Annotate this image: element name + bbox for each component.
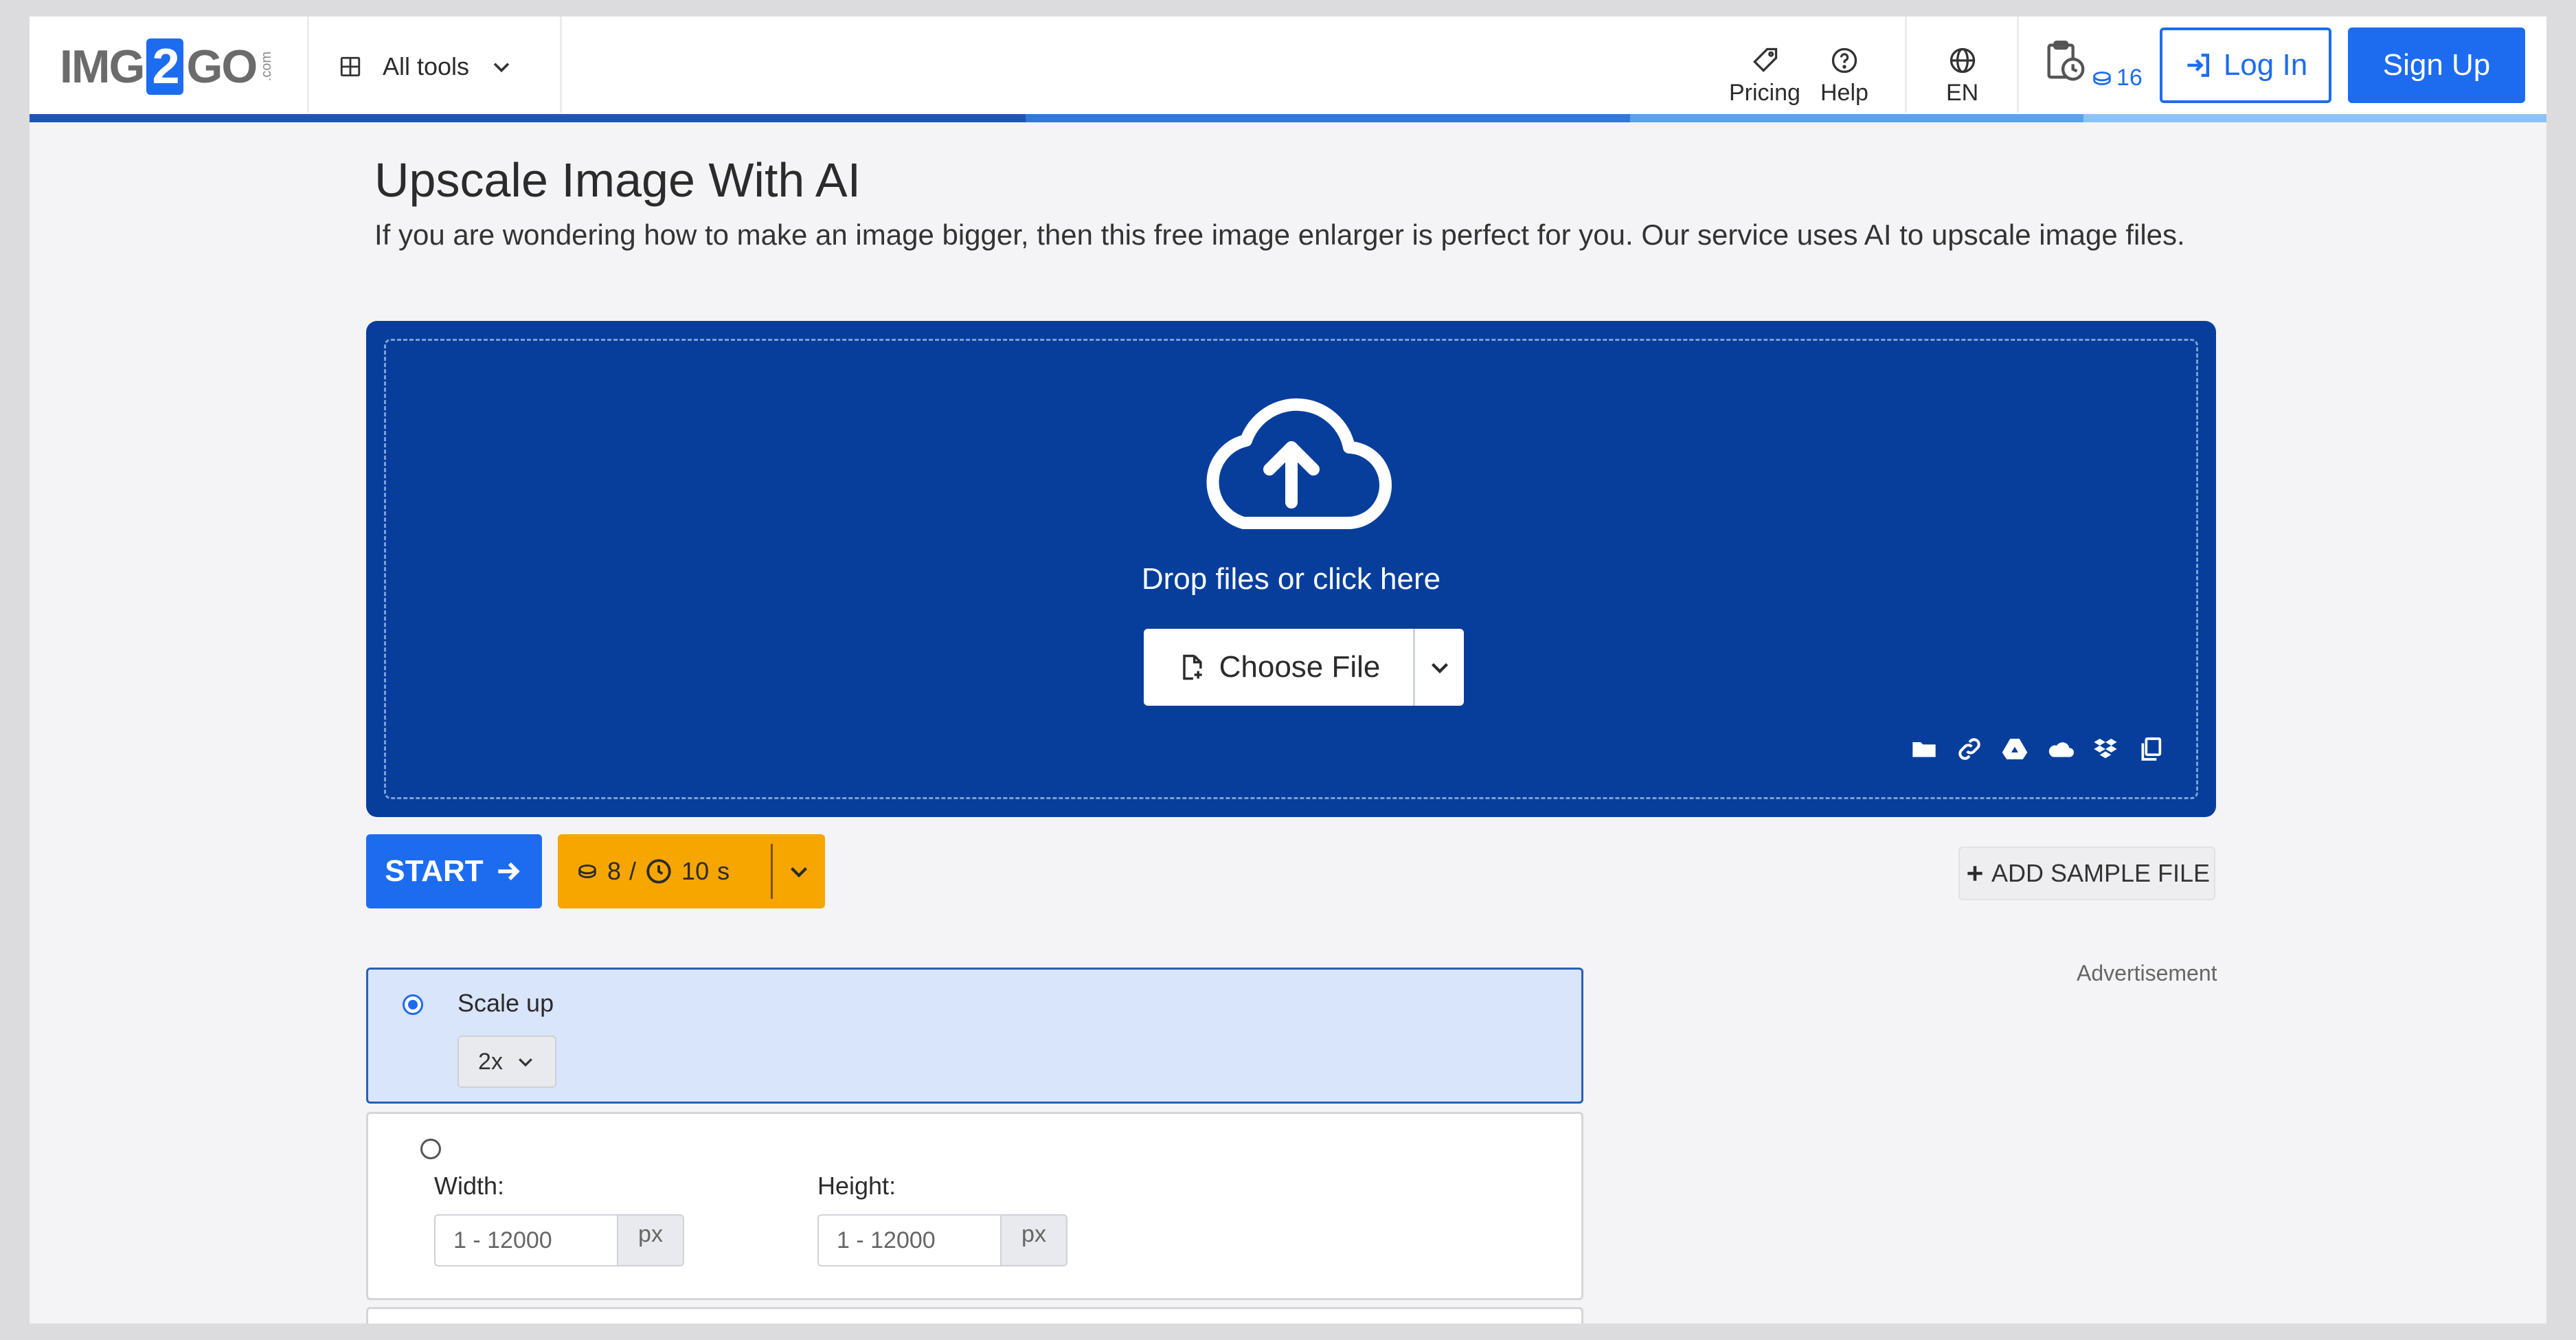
choose-file-button-group: Choose File xyxy=(1144,629,1464,706)
header-color-strip xyxy=(30,114,2546,122)
history-button[interactable] xyxy=(2041,37,2089,85)
logo-text-2: 2 xyxy=(146,38,184,95)
credits-indicator[interactable]: 16 xyxy=(2090,65,2143,91)
cost-separator: / xyxy=(629,857,637,885)
height-label: Height: xyxy=(817,1172,896,1200)
drop-files-text: Drop files or click here xyxy=(1141,562,1441,596)
conversion-cost-info: 8 / 10 s xyxy=(558,857,771,886)
header-divider xyxy=(307,16,309,113)
height-unit: px xyxy=(1000,1214,1067,1266)
credits-count: 16 xyxy=(2116,65,2143,91)
arrow-right-icon xyxy=(493,856,523,886)
add-sample-file-button[interactable]: ADD SAMPLE FILE xyxy=(1958,847,2215,900)
chevron-down-icon xyxy=(490,55,513,78)
plus-icon xyxy=(1964,862,1986,884)
height-input[interactable] xyxy=(817,1214,1000,1266)
clipboard-icon[interactable] xyxy=(2137,735,2165,763)
cost-dropdown[interactable] xyxy=(773,859,825,884)
signup-label: Sign Up xyxy=(2382,48,2491,82)
custom-size-radio[interactable] xyxy=(420,1139,441,1159)
height-field: px xyxy=(817,1214,1067,1266)
header-divider xyxy=(2017,16,2019,113)
option-custom-size[interactable]: Width: px Height: px xyxy=(366,1112,1583,1300)
question-circle-icon xyxy=(1829,45,1860,76)
logo-text-com: .com xyxy=(259,52,275,82)
option-scale-up[interactable]: Scale up 2x xyxy=(366,968,1583,1104)
scale-up-radio[interactable] xyxy=(403,994,423,1015)
clipboard-clock-icon xyxy=(2041,37,2089,85)
conversion-cost-button[interactable]: 8 / 10 s xyxy=(558,834,825,908)
price-tag-icon xyxy=(1750,45,1780,76)
login-button[interactable]: Log In xyxy=(2160,27,2331,103)
link-icon[interactable] xyxy=(1956,735,1983,763)
color-strip-segment-2 xyxy=(1026,114,1630,122)
scale-factor-select[interactable]: 2x xyxy=(457,1036,556,1088)
header-divider xyxy=(1905,16,1907,113)
all-tools-label: All tools xyxy=(383,52,470,80)
scale-factor-value: 2x xyxy=(478,1048,503,1075)
color-strip-segment-4 xyxy=(2083,114,2546,122)
width-label: Width: xyxy=(434,1172,505,1200)
onedrive-icon[interactable] xyxy=(2046,735,2074,763)
choose-file-dropdown[interactable] xyxy=(1413,629,1464,706)
logo-text-go: GO xyxy=(186,41,258,93)
cost-credits: 8 xyxy=(607,857,622,885)
coins-icon xyxy=(2090,67,2114,90)
clock-icon xyxy=(644,857,673,886)
help-label: Help xyxy=(1820,80,1868,106)
cost-time: 10 xyxy=(681,857,710,885)
site-header: IMG 2 GO .com All tools Pricing Help EN … xyxy=(30,16,2546,122)
upload-source-icons xyxy=(1910,735,2165,763)
width-unit: px xyxy=(617,1214,684,1266)
start-label: START xyxy=(385,854,484,888)
start-button[interactable]: START xyxy=(366,834,542,908)
google-drive-icon[interactable] xyxy=(2001,735,2029,763)
option-next[interactable] xyxy=(366,1307,1583,1324)
add-sample-label: ADD SAMPLE FILE xyxy=(1991,859,2211,887)
dropzone-border: Drop files or click here Choose File xyxy=(384,339,2198,799)
all-tools-menu[interactable]: All tools xyxy=(339,49,513,84)
language-label: EN xyxy=(1946,80,1979,106)
advertisement-label: Advertisement xyxy=(2077,961,2217,985)
cost-time-unit: s xyxy=(717,857,730,885)
logo-text-img: IMG xyxy=(60,41,145,93)
width-input[interactable] xyxy=(434,1214,617,1266)
globe-icon xyxy=(1947,45,1978,76)
choose-file-button[interactable]: Choose File xyxy=(1144,629,1413,706)
browser-window: IMG 2 GO .com All tools Pricing Help EN … xyxy=(30,16,2546,1324)
color-strip-segment-1 xyxy=(30,114,1026,122)
pricing-label: Pricing xyxy=(1729,80,1800,106)
pricing-link[interactable]: Pricing xyxy=(1729,45,1800,107)
width-field: px xyxy=(434,1214,684,1266)
help-link[interactable]: Help xyxy=(1820,45,1868,107)
page-description: If you are wondering how to make an imag… xyxy=(374,219,2185,251)
folder-icon[interactable] xyxy=(1910,735,1938,763)
grid-icon xyxy=(339,55,362,78)
file-add-icon xyxy=(1177,652,1207,682)
color-strip-segment-3 xyxy=(1630,114,2083,122)
file-dropzone[interactable]: Drop files or click here Choose File xyxy=(366,321,2216,817)
sign-in-icon xyxy=(2184,50,2214,80)
login-label: Log In xyxy=(2223,48,2308,82)
page-title: Upscale Image With AI xyxy=(374,153,861,207)
coins-icon xyxy=(576,860,599,883)
dropbox-icon[interactable] xyxy=(2092,735,2119,763)
choose-file-label: Choose File xyxy=(1219,650,1381,684)
language-selector[interactable]: EN xyxy=(1946,45,1978,107)
chevron-down-icon xyxy=(515,1051,536,1072)
cloud-upload-icon xyxy=(1188,392,1394,537)
header-divider xyxy=(560,16,562,113)
chevron-down-icon xyxy=(1427,655,1452,680)
chevron-down-icon xyxy=(787,859,811,884)
signup-button[interactable]: Sign Up xyxy=(2348,27,2525,103)
img2go-logo[interactable]: IMG 2 GO .com xyxy=(60,37,275,96)
scale-up-label: Scale up xyxy=(457,989,554,1017)
